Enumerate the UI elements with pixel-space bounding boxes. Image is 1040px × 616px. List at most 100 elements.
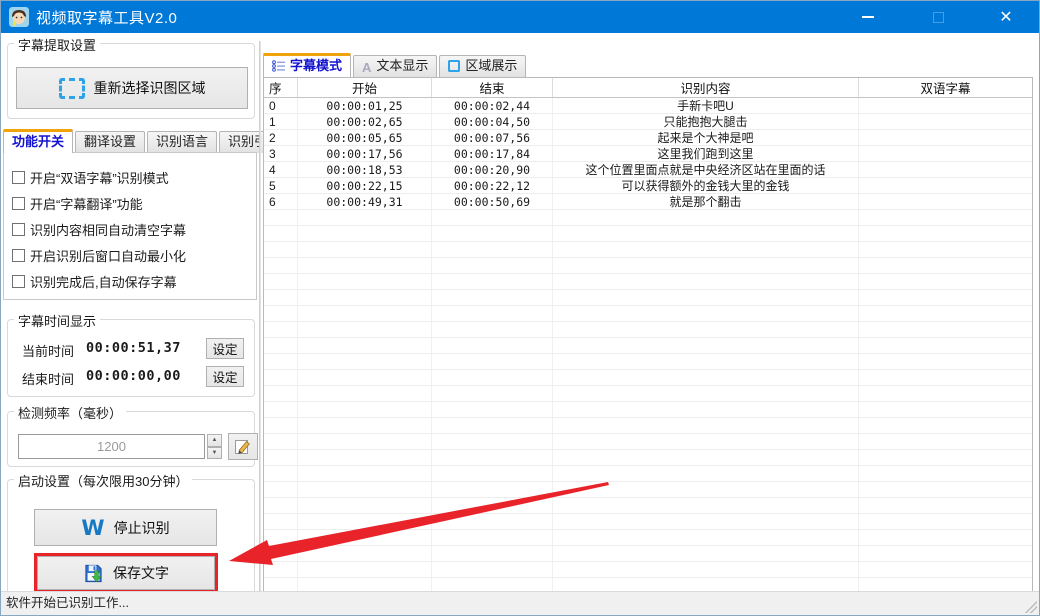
tab-recognition-language[interactable]: 识别语言 <box>147 131 218 153</box>
window-controls: ✕ <box>833 1 1039 33</box>
table-cell <box>298 450 432 465</box>
set-end-time-button[interactable]: 设定 <box>206 366 244 387</box>
table-row[interactable]: 1 00:00:02,65 00:00:04,50 只能抱抱大腿击 <box>264 114 1032 130</box>
table-cell: 6 <box>264 194 298 209</box>
table-cell <box>264 418 298 433</box>
table-cell <box>553 338 859 353</box>
save-text-button[interactable]: 保存文字 <box>37 556 215 590</box>
current-time-label: 当前时间 <box>22 344 75 359</box>
column-header-index[interactable]: 序 <box>264 78 298 97</box>
stop-recognition-button[interactable]: W 停止识别 <box>34 509 217 546</box>
table-cell <box>553 498 859 513</box>
column-header-start[interactable]: 开始 <box>298 78 432 97</box>
table-cell <box>298 530 432 545</box>
table-cell <box>553 226 859 241</box>
maximize-icon <box>932 11 944 23</box>
checkbox-bilingual-mode[interactable]: 开启“双语字幕”识别模式 <box>12 164 256 190</box>
table-cell <box>298 258 432 273</box>
edit-frequency-button[interactable] <box>228 433 258 460</box>
save-floppy-icon <box>85 564 102 582</box>
minimize-button[interactable] <box>833 1 903 33</box>
panel-splitter[interactable] <box>259 41 261 593</box>
tab-subtitle-mode[interactable]: 字幕模式 <box>263 53 352 77</box>
table-cell: 00:00:17,84 <box>432 146 553 161</box>
table-cell <box>859 322 1032 337</box>
checkbox-label: 开启“字幕翻译”功能 <box>30 196 143 212</box>
table-cell <box>553 306 859 321</box>
table-empty-row <box>264 546 1032 562</box>
table-cell: 就是那个翻击 <box>553 194 859 209</box>
table-cell: 只能抱抱大腿击 <box>553 114 859 129</box>
maximize-button[interactable] <box>903 1 973 33</box>
spinner-up-button[interactable]: ▲ <box>207 434 222 447</box>
table-cell: 00:00:20,90 <box>432 162 553 177</box>
table-cell <box>553 418 859 433</box>
settings-tab-bar: 功能开关 翻译设置 识别语言 识别引擎 <box>3 129 291 153</box>
table-cell <box>859 162 1032 177</box>
table-cell: 4 <box>264 162 298 177</box>
table-row[interactable]: 0 00:00:01,25 00:00:02,44 手新卡吧U <box>264 98 1032 114</box>
table-cell <box>298 434 432 449</box>
minimize-icon <box>862 16 874 18</box>
tab-region-display[interactable]: 区域展示 <box>439 55 527 77</box>
table-cell <box>298 370 432 385</box>
end-time-label: 结束时间 <box>22 372 75 387</box>
table-row[interactable]: 4 00:00:18,53 00:00:20,90 这个位置里面点就是中央经济区站在里… <box>264 162 1032 178</box>
set-current-time-button[interactable]: 设定 <box>206 338 244 359</box>
table-cell <box>298 306 432 321</box>
table-cell <box>553 466 859 481</box>
table-cell <box>298 546 432 561</box>
table-empty-row <box>264 450 1032 466</box>
table-cell <box>553 546 859 561</box>
start-settings-title: 启动设置（每次限用30分钟） <box>14 471 193 490</box>
checkbox-label: 识别完成后,自动保存字幕 <box>30 274 177 290</box>
table-cell <box>553 290 859 305</box>
tab-translate-settings[interactable]: 翻译设置 <box>75 131 146 153</box>
checkbox-auto-minimize[interactable]: 开启识别后窗口自动最小化 <box>12 242 256 268</box>
table-cell: 这里我们跑到这里 <box>553 146 859 161</box>
status-bar: 软件开始已识别工作... <box>1 591 1039 615</box>
close-button[interactable]: ✕ <box>973 1 1039 33</box>
checkbox-auto-clear-duplicate[interactable]: 识别内容相同自动清空字幕 <box>12 216 256 242</box>
table-cell <box>553 354 859 369</box>
set-button-label: 设定 <box>212 343 238 357</box>
column-header-end[interactable]: 结束 <box>432 78 553 97</box>
table-empty-row <box>264 226 1032 242</box>
table-cell <box>432 322 553 337</box>
checkbox-auto-save[interactable]: 识别完成后,自动保存字幕 <box>12 268 256 294</box>
table-row[interactable]: 6 00:00:49,31 00:00:50,69 就是那个翻击 <box>264 194 1032 210</box>
table-cell: 00:00:04,50 <box>432 114 553 129</box>
frequency-title: 检测频率（毫秒） <box>14 403 127 422</box>
close-icon: ✕ <box>999 9 1013 26</box>
region-icon <box>448 60 461 72</box>
table-cell <box>298 242 432 257</box>
column-header-bilingual[interactable]: 双语字幕 <box>859 78 1032 97</box>
checkbox-subtitle-translate[interactable]: 开启“字幕翻译”功能 <box>12 190 256 216</box>
table-empty-row <box>264 290 1032 306</box>
table-cell <box>432 402 553 417</box>
current-time-value: 00:00:51,37 <box>86 340 181 356</box>
table-cell: 00:00:02,65 <box>298 114 432 129</box>
checkbox-icon <box>12 222 25 236</box>
table-cell <box>264 354 298 369</box>
column-header-content[interactable]: 识别内容 <box>553 78 859 97</box>
table-cell <box>264 274 298 289</box>
table-cell <box>859 434 1032 449</box>
table-cell <box>859 482 1032 497</box>
tab-function-switch[interactable]: 功能开关 <box>3 129 74 153</box>
resize-grip-icon[interactable] <box>1025 601 1037 613</box>
table-cell <box>432 258 553 273</box>
table-row[interactable]: 2 00:00:05,65 00:00:07,56 起来是个大神是吧 <box>264 130 1032 146</box>
tab-text-display[interactable]: A 文本显示 <box>353 55 438 77</box>
table-cell <box>264 546 298 561</box>
subtitle-time-title: 字幕时间显示 <box>14 311 101 330</box>
table-row[interactable]: 3 00:00:17,56 00:00:17,84 这里我们跑到这里 <box>264 146 1032 162</box>
table-cell <box>553 530 859 545</box>
reselect-region-button[interactable]: 重新选择识图区域 <box>16 67 248 109</box>
table-row[interactable]: 5 00:00:22,15 00:00:22,12 可以获得额外的金钱大里的金钱 <box>264 178 1032 194</box>
table-cell <box>298 354 432 369</box>
frequency-input[interactable] <box>18 434 205 459</box>
table-cell <box>264 562 298 577</box>
stop-recognition-label: 停止识别 <box>113 519 170 536</box>
spinner-down-button[interactable]: ▼ <box>207 446 222 459</box>
